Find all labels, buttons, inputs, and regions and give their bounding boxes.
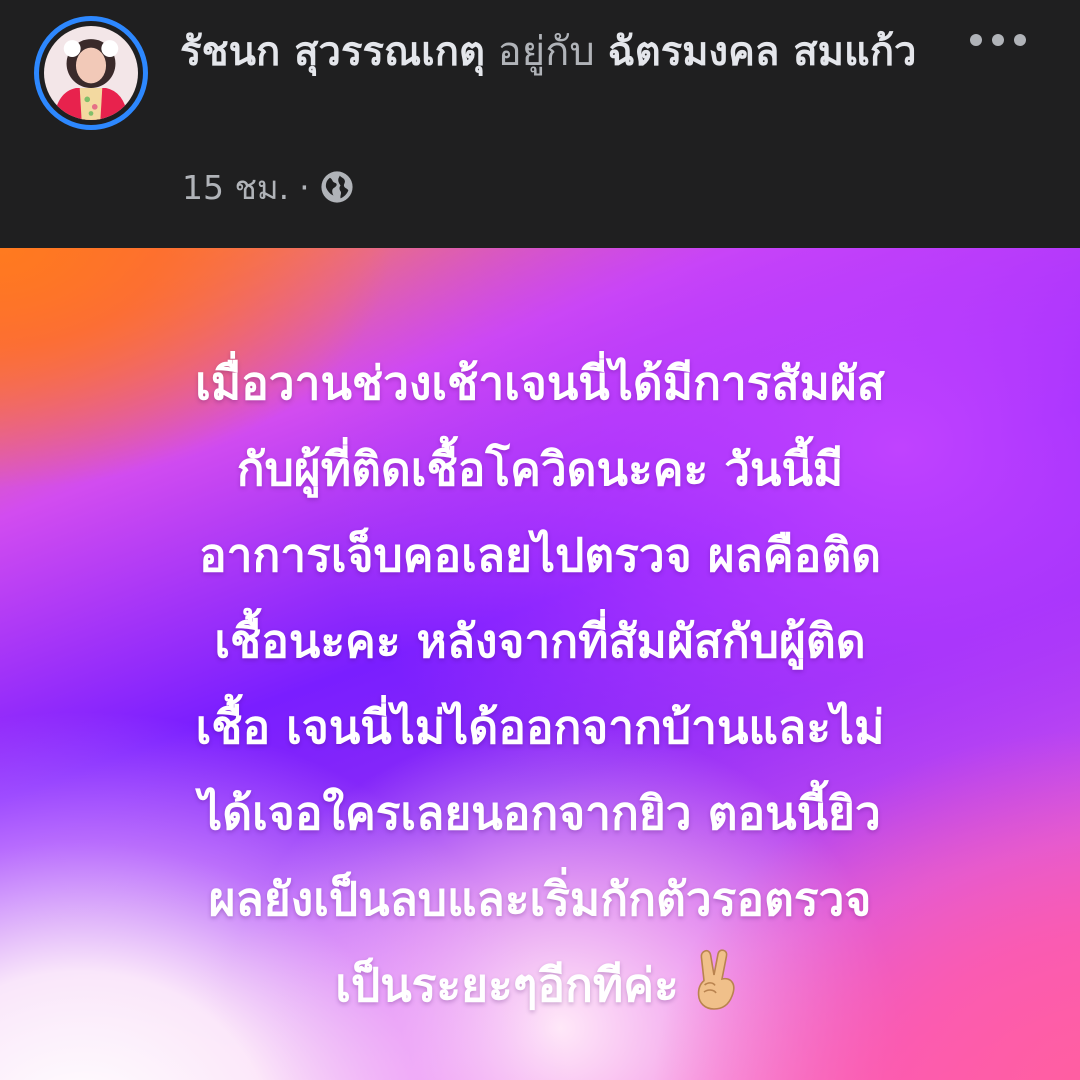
status-line: เชื้อ เจนนี่ไม่ได้ออกจากบ้านและไม่ [195,700,885,754]
post-author-line: รัชนก สุวรรณเกตุ อยู่กับ ฉัตรมงคล สมแก้ว [180,22,980,82]
more-dots-icon [970,34,982,46]
facebook-post: รัชนก สุวรรณเกตุ อยู่กับ ฉัตรมงคล สมแก้ว… [0,0,1080,1080]
status-line-text: เป็นระยะๆอีกทีค่ะ [335,958,679,1012]
post-timestamp[interactable]: 15 ชม. [182,161,289,214]
victory-hand-icon [697,949,735,1010]
more-dots-icon [992,34,1004,46]
meta-separator: · [299,167,310,207]
status-line: อาการเจ็บคอเลยไปตรวจ ผลคือติด [199,528,881,582]
post-header: รัชนก สุวรรณเกตุ อยู่กับ ฉัตรมงคล สมแก้ว… [0,0,1080,248]
status-line: เชื้อนะคะ หลังจากที่สัมผัสกับผู้ติด [214,614,866,668]
post-meta: 15 ชม. · [182,164,354,210]
globe-icon[interactable] [320,170,354,204]
author-name-link[interactable]: รัชนก สุวรรณเกตุ [180,29,485,75]
status-line: ได้เจอใครเลยนอกจากยิว ตอนนี้ยิว [199,786,881,840]
with-label: อยู่กับ [497,29,595,75]
avatar[interactable] [34,16,148,130]
status-line: เมื่อวานช่วงเช้าเจนนี่ได้มีการสัมผัส [195,356,885,410]
status-line-last: เป็นระยะๆอีกทีค่ะ [60,942,1020,1028]
status-line: ผลยังเป็นลบและเริ่มกักตัวรอตรวจ [208,872,872,926]
more-dots-icon [1014,34,1026,46]
status-message: เมื่อวานช่วงเช้าเจนนี่ได้มีการสัมผัส กับ… [60,340,1020,1028]
more-options-button[interactable] [970,28,1026,52]
tagged-person-link[interactable]: ฉัตรมงคล สมแก้ว [607,29,916,75]
status-line: กับผู้ที่ติดเชื้อโควิดนะคะ วันนี้มี [236,442,844,496]
avatar-image [44,26,138,120]
